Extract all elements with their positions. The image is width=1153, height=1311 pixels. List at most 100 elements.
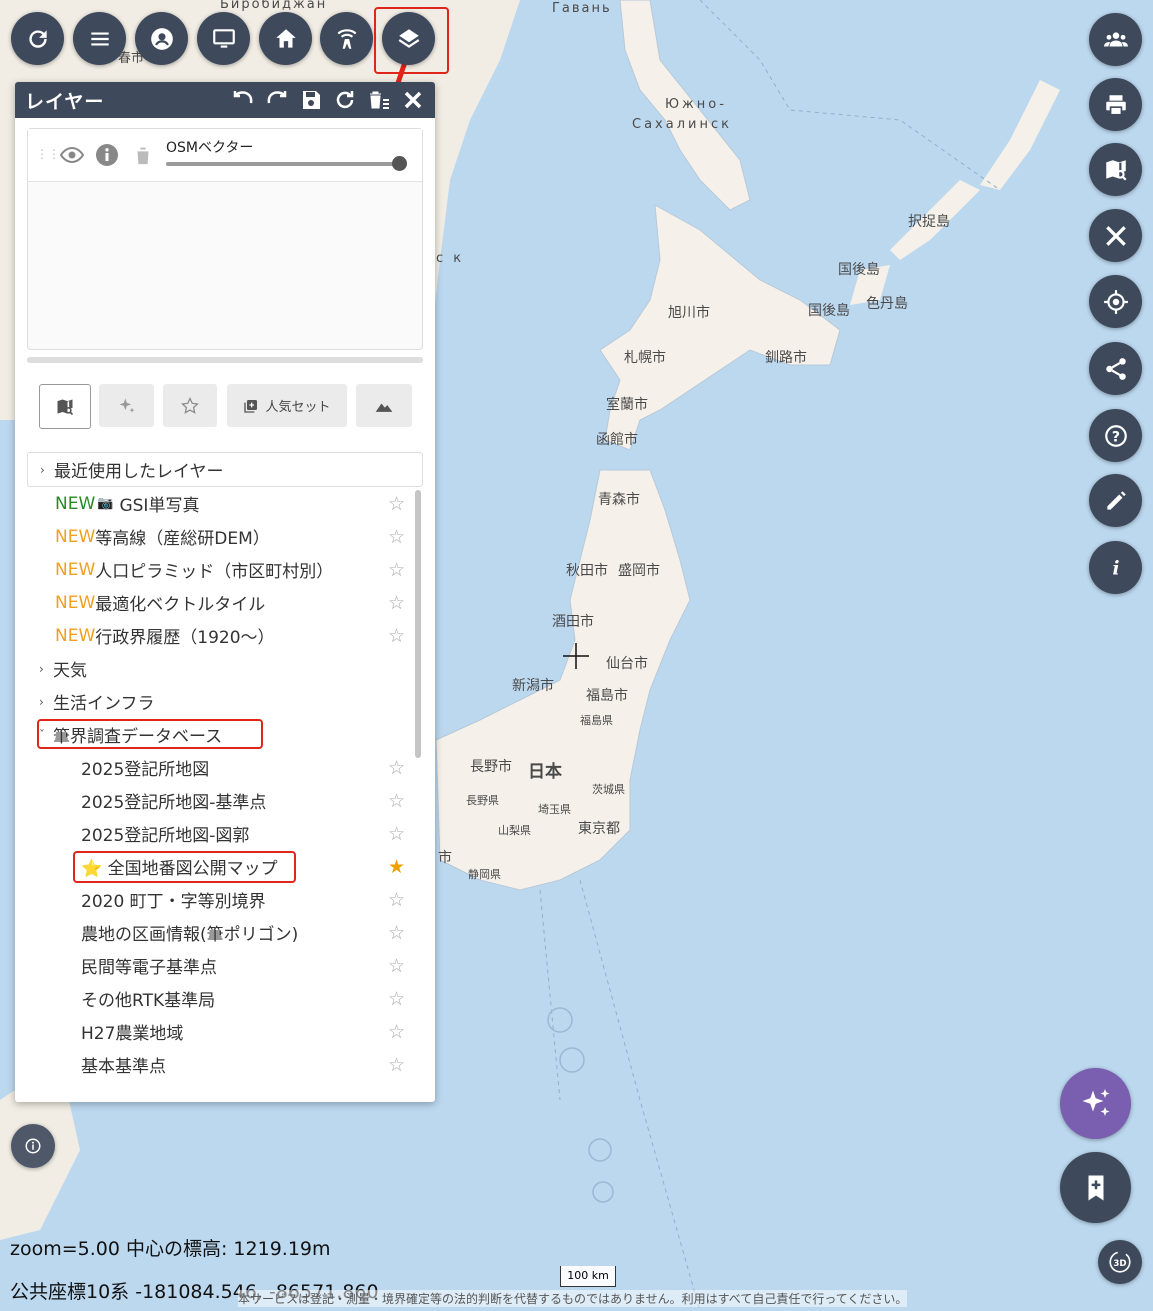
map-label: 東京都	[578, 821, 620, 837]
list-item[interactable]: 2020 町丁・字等別境界 ☆	[27, 883, 423, 916]
undo-icon	[233, 91, 253, 104]
ai-suggest-button[interactable]	[99, 384, 154, 427]
map-label: 室蘭市	[606, 396, 648, 413]
opacity-slider[interactable]	[166, 162, 402, 166]
list-item[interactable]: 2025登記所地図 ☆	[27, 751, 423, 784]
location-button[interactable]	[1089, 275, 1142, 328]
tools-button[interactable]	[1089, 209, 1142, 262]
trash-icon[interactable]	[132, 143, 154, 167]
bookmark-add-icon	[1088, 1175, 1103, 1200]
list-item[interactable]: その他RTK基準局 ☆	[27, 982, 423, 1015]
list-item[interactable]: H27農業地域 ☆	[27, 1015, 423, 1048]
tools-icon	[1105, 225, 1126, 246]
close-icon	[404, 91, 422, 109]
list-item[interactable]: 2025登記所地図-図郭 ☆	[27, 817, 423, 850]
undo-button[interactable]	[229, 86, 257, 114]
list-item[interactable]: NEW 📷 GSI単写真 ☆	[27, 487, 423, 520]
reset-button[interactable]	[331, 86, 359, 114]
bookmark-button[interactable]	[1060, 1152, 1131, 1223]
star-outline-icon[interactable]: ☆	[388, 1021, 405, 1043]
star-outline-icon[interactable]: ☆	[388, 988, 405, 1010]
star-outline-icon[interactable]: ☆	[388, 790, 405, 812]
list-item[interactable]: NEW 等高線（産総研DEM） ☆	[27, 520, 423, 553]
list-item-favorite[interactable]: ⭐ 全国地番図公開マップ ★	[27, 850, 423, 883]
star-outline-icon[interactable]: ☆	[388, 493, 405, 515]
list-item[interactable]: NEW 人口ピラミッド（市区町村別） ☆	[27, 553, 423, 586]
signal-tower-button[interactable]	[320, 12, 373, 65]
refresh-icon	[28, 29, 47, 48]
map-label: 色丹島	[866, 295, 908, 312]
edit-button[interactable]	[1089, 474, 1142, 527]
layer-info-icon[interactable]	[95, 143, 119, 167]
account-button[interactable]	[135, 12, 188, 65]
star-filled-icon[interactable]: ★	[388, 856, 405, 878]
delete-all-button[interactable]	[365, 86, 393, 114]
map-label: 札幌市	[624, 349, 666, 366]
location-icon	[1103, 289, 1128, 314]
recent-layers-section[interactable]: › 最近使用したレイヤー	[27, 452, 423, 487]
chevron-right-icon: ›	[39, 694, 44, 709]
map-label: 国後島	[808, 303, 850, 319]
print-icon	[1105, 94, 1126, 116]
list-item[interactable]: NEW 行政界履歴（1920〜） ☆	[27, 619, 423, 652]
close-button[interactable]	[399, 86, 427, 114]
category-weather[interactable]: › 天気	[27, 652, 423, 685]
refresh-button[interactable]	[11, 12, 64, 65]
opacity-slider-thumb[interactable]	[392, 156, 407, 171]
list-item[interactable]: NEW 最適化ベクトルタイル ☆	[27, 586, 423, 619]
list-item[interactable]: 2025登記所地図-基準点 ☆	[27, 784, 423, 817]
star-outline-icon[interactable]: ☆	[388, 526, 405, 548]
attribution-info-button[interactable]	[11, 1124, 55, 1168]
map-label: 酒田市	[552, 613, 594, 630]
new-badge: NEW	[55, 625, 96, 646]
panel-title: レイヤー	[25, 90, 105, 113]
section-label: 生活インフラ	[53, 694, 155, 714]
layer-panel-header: レイヤー	[15, 82, 435, 118]
layer-list-scrollbar[interactable]	[415, 490, 421, 758]
map-search-tool-button[interactable]	[39, 384, 91, 429]
favorite-item-highlight	[73, 851, 296, 883]
map-label: 青森市	[598, 491, 640, 508]
list-item[interactable]: 民間等電子基準点 ☆	[27, 949, 423, 982]
3d-view-button[interactable]: 3D	[1098, 1240, 1142, 1284]
category-infrastructure[interactable]: › 生活インフラ	[27, 685, 423, 718]
map-label: 盛岡市	[618, 562, 660, 579]
info-button[interactable]: i	[1089, 541, 1142, 594]
star-outline-icon[interactable]: ☆	[388, 1054, 405, 1076]
drag-handle-icon[interactable]: ⋮⋮	[36, 147, 60, 161]
star-outline-icon[interactable]: ☆	[388, 625, 405, 647]
map-label: 埼玉県	[538, 802, 571, 816]
star-outline-icon[interactable]: ☆	[388, 889, 405, 911]
active-layer-row[interactable]: ⋮⋮ OSMベクター	[28, 129, 422, 182]
category-boundary-survey[interactable]: ˇ 筆界調査データベース	[27, 718, 423, 751]
star-outline-icon[interactable]: ☆	[388, 823, 405, 845]
list-item[interactable]: 農地の区画情報(筆ポリゴン) ☆	[27, 916, 423, 949]
panel-resize-handle[interactable]	[27, 357, 423, 363]
print-button[interactable]	[1089, 78, 1142, 131]
redo-button[interactable]	[263, 86, 291, 114]
menu-button[interactable]	[73, 12, 126, 65]
eye-icon[interactable]	[60, 143, 84, 167]
layers-button-highlight	[374, 7, 449, 74]
star-outline-icon[interactable]: ☆	[388, 757, 405, 779]
star-outline-icon[interactable]: ☆	[388, 592, 405, 614]
save-button[interactable]	[297, 86, 325, 114]
map-label: 茨城県	[592, 782, 625, 796]
home-icon	[275, 28, 296, 48]
help-button[interactable]: ?	[1089, 409, 1142, 462]
favorites-button[interactable]	[163, 384, 217, 427]
star-outline-icon[interactable]: ☆	[388, 955, 405, 977]
map-search-button[interactable]	[1089, 143, 1142, 196]
info-icon: i	[1112, 558, 1119, 579]
people-button[interactable]	[1089, 13, 1142, 66]
ai-assistant-button[interactable]	[1060, 1068, 1131, 1139]
list-item[interactable]: 基本基準点 ☆	[27, 1048, 423, 1081]
popular-set-button[interactable]: 人気セット	[227, 384, 347, 427]
new-badge: NEW	[55, 592, 96, 613]
monitor-button[interactable]	[197, 12, 250, 65]
home-button[interactable]	[259, 12, 312, 65]
terrain-button[interactable]	[356, 384, 412, 427]
star-outline-icon[interactable]: ☆	[388, 922, 405, 944]
share-button[interactable]	[1089, 342, 1142, 395]
star-outline-icon[interactable]: ☆	[388, 559, 405, 581]
